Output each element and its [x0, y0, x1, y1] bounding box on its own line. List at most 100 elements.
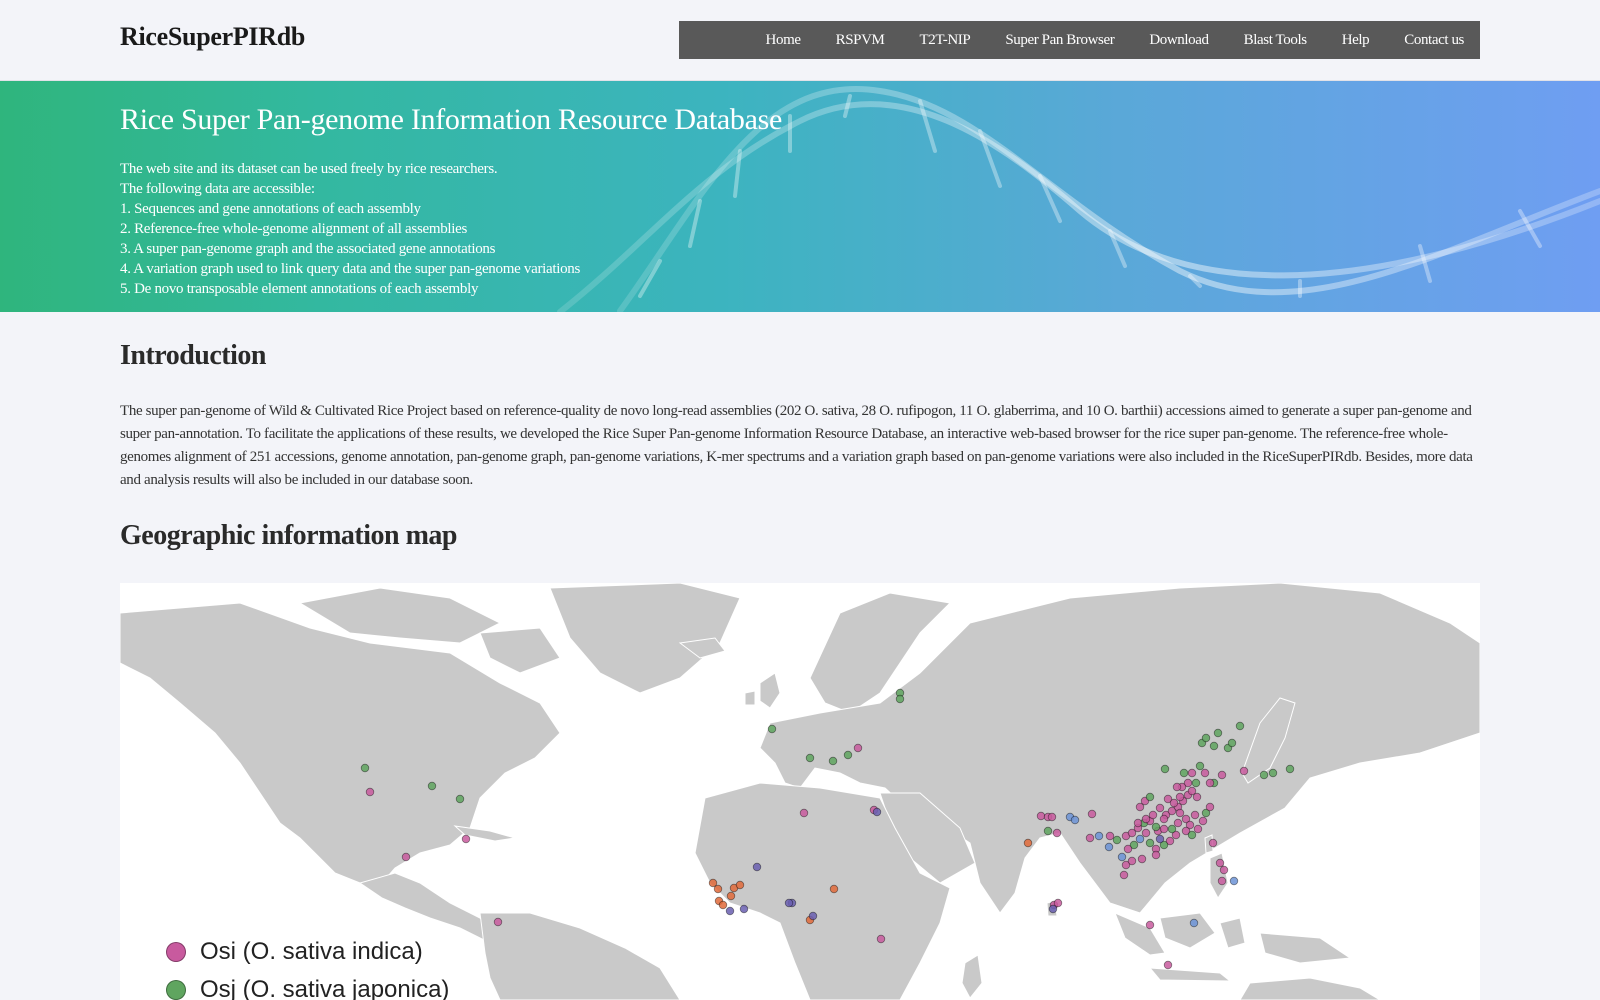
accession-marker — [1155, 803, 1165, 813]
accession-marker — [1155, 834, 1165, 844]
site-brand[interactable]: RiceSuperPIRdb — [120, 22, 305, 52]
accession-marker — [1036, 811, 1046, 821]
accession-marker — [735, 880, 745, 890]
accession-marker — [1209, 741, 1219, 751]
banner-description: The web site and its dataset can be used… — [120, 159, 580, 299]
accession-marker — [1047, 812, 1057, 822]
accession-marker — [1137, 854, 1147, 864]
accession-marker — [1141, 814, 1151, 824]
banner-line: 2. Reference-free whole-genome alignment… — [120, 221, 468, 237]
accession-marker — [1043, 826, 1053, 836]
accession-marker — [1285, 764, 1295, 774]
banner-line: 4. A variation graph used to link query … — [120, 261, 581, 277]
accession-marker — [1217, 876, 1227, 886]
accession-marker — [1145, 792, 1155, 802]
accession-marker — [1175, 792, 1185, 802]
accession-marker — [1159, 814, 1169, 824]
accession-marker — [713, 884, 723, 894]
accession-marker — [843, 750, 853, 760]
accession-marker — [895, 694, 905, 704]
accession-marker — [1123, 844, 1133, 854]
legend-label: Osi (O. sativa indica) — [200, 938, 423, 965]
accession-marker — [828, 756, 838, 766]
accession-marker — [718, 900, 728, 910]
main-nav: Home RSPVM T2T-NIP Super Pan Browser Dow… — [679, 21, 1480, 59]
accession-marker — [1219, 865, 1229, 875]
accession-marker — [1192, 792, 1202, 802]
accession-marker — [876, 934, 886, 944]
nav-t2t-nip[interactable]: T2T-NIP — [919, 32, 970, 49]
accession-marker — [1213, 728, 1223, 738]
accession-marker — [767, 724, 777, 734]
nav-help[interactable]: Help — [1342, 32, 1370, 49]
accession-marker — [853, 743, 863, 753]
accession-marker — [1193, 824, 1203, 834]
accession-marker — [1127, 856, 1137, 866]
accession-marker — [1163, 960, 1173, 970]
banner-line: 1. Sequences and gene annotations of eac… — [120, 201, 421, 217]
banner-line: The following data are accessible: — [120, 181, 315, 197]
accession-marker — [1052, 828, 1062, 838]
accession-marker — [1145, 920, 1155, 930]
accession-marker — [1141, 828, 1151, 838]
accession-marker — [1023, 838, 1033, 848]
accession-marker — [1094, 831, 1104, 841]
accession-marker — [1217, 770, 1227, 780]
geo-map-heading: Geographic information map — [120, 520, 458, 551]
accession-marker — [1201, 733, 1211, 743]
accession-marker — [401, 852, 411, 862]
accession-marker — [1133, 818, 1143, 828]
accession-marker — [1187, 830, 1197, 840]
hero-banner: Rice Super Pan-genome Information Resour… — [0, 81, 1600, 312]
nav-contact-us[interactable]: Contact us — [1404, 32, 1464, 49]
accession-marker — [752, 862, 762, 872]
accession-marker — [360, 763, 370, 773]
accession-marker — [1239, 766, 1249, 776]
nav-download[interactable]: Download — [1149, 32, 1209, 49]
nav-rspvm[interactable]: RSPVM — [836, 32, 885, 49]
geographic-map[interactable]: Osi (O. sativa indica) Osj (O. sativa ja… — [120, 583, 1480, 1000]
accession-marker — [365, 787, 375, 797]
banner-line: 5. De novo transposable element annotati… — [120, 281, 479, 297]
accession-marker — [1085, 833, 1095, 843]
accession-marker — [1268, 768, 1278, 778]
accession-marker — [784, 898, 794, 908]
accession-marker — [1189, 918, 1199, 928]
osi-legend-dot — [166, 942, 186, 962]
accession-marker — [1105, 831, 1115, 841]
introduction-text: The super pan-genome of Wild & Cultivate… — [120, 403, 1473, 488]
legend-item-osi: Osi (O. sativa indica) — [166, 938, 423, 966]
accession-marker — [1235, 721, 1245, 731]
nav-blast-tools[interactable]: Blast Tools — [1244, 32, 1307, 49]
accession-marker — [1070, 815, 1080, 825]
accession-marker — [1259, 770, 1269, 780]
accession-marker — [1195, 761, 1205, 771]
accession-marker — [1112, 835, 1122, 845]
legend-item-osj: Osj (O. sativa japonica) — [166, 976, 449, 1000]
accession-marker — [1205, 802, 1215, 812]
accession-marker — [1135, 834, 1145, 844]
accession-marker — [1159, 824, 1169, 834]
accession-marker — [1173, 818, 1183, 828]
introduction-heading: Introduction — [120, 340, 266, 371]
accession-marker — [1145, 838, 1155, 848]
banner-title: Rice Super Pan-genome Information Resour… — [120, 103, 782, 136]
accession-marker — [1179, 768, 1189, 778]
accession-marker — [1151, 850, 1161, 860]
accession-marker — [1167, 824, 1177, 834]
accession-marker — [1087, 809, 1097, 819]
accession-marker — [1227, 738, 1237, 748]
osj-legend-dot — [166, 980, 186, 1000]
accession-marker — [1117, 852, 1127, 862]
accession-marker — [461, 834, 471, 844]
accession-marker — [1208, 838, 1218, 848]
nav-super-pan-browser[interactable]: Super Pan Browser — [1005, 32, 1114, 49]
accession-marker — [1190, 810, 1200, 820]
nav-home[interactable]: Home — [766, 32, 801, 49]
accession-marker — [808, 911, 818, 921]
accession-marker — [1160, 764, 1170, 774]
banner-line: 3. A super pan-genome graph and the asso… — [120, 241, 496, 257]
accession-marker — [805, 753, 815, 763]
accession-marker — [1172, 782, 1182, 792]
accession-marker — [725, 906, 735, 916]
